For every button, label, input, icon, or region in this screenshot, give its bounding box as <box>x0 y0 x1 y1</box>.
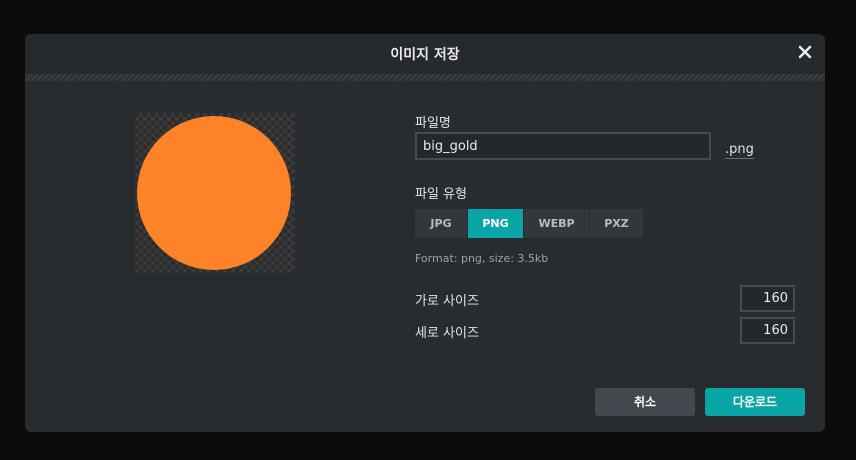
file-type-option-png[interactable]: PNG <box>468 209 523 238</box>
save-image-dialog: 이미지 저장 파일명 .png 파일 유형 JPG PNG WEBP PXZ F… <box>25 34 825 432</box>
width-input[interactable] <box>740 285 795 312</box>
width-label: 가로 사이즈 <box>415 294 479 309</box>
file-type-option-pxz[interactable]: PXZ <box>590 209 643 238</box>
close-icon[interactable] <box>797 44 813 60</box>
preview-circle-shape <box>137 116 291 270</box>
height-label: 세로 사이즈 <box>415 326 479 341</box>
titlebar-hatch-divider <box>25 74 825 81</box>
height-input[interactable] <box>740 317 795 344</box>
dialog-title: 이미지 저장 <box>390 47 460 63</box>
image-preview <box>135 113 295 273</box>
cancel-button[interactable]: 취소 <box>595 388 695 416</box>
download-button[interactable]: 다운로드 <box>705 388 805 416</box>
file-extension: .png <box>725 142 754 159</box>
filename-label: 파일명 <box>415 116 451 131</box>
file-type-option-jpg[interactable]: JPG <box>415 209 467 238</box>
format-info-text: Format: png, size: 3.5kb <box>415 252 549 265</box>
dialog-titlebar: 이미지 저장 <box>25 34 825 74</box>
file-type-option-webp[interactable]: WEBP <box>524 209 589 238</box>
filename-input[interactable] <box>415 132 711 160</box>
file-type-label: 파일 유형 <box>415 187 467 202</box>
